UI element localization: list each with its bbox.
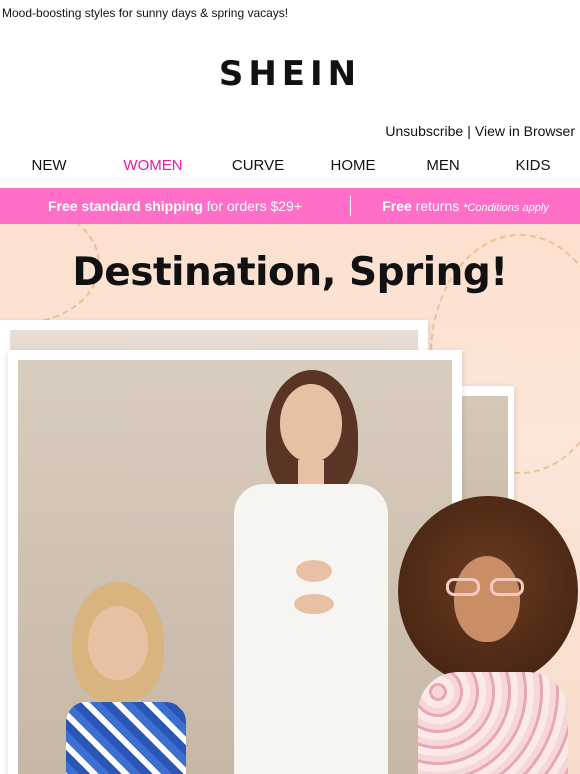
free-returns-bold: Free [382,198,412,214]
category-nav: NEW WOMEN CURVE HOME MEN KIDS [0,157,580,177]
unsubscribe-link[interactable]: Unsubscribe [385,123,463,139]
model-left [52,582,212,774]
hero-banner[interactable]: Destination, Spring! [0,224,580,774]
nav-item-women[interactable]: WOMEN [123,157,182,174]
free-shipping-text: Free standard shipping for orders $29+ [0,188,350,224]
nav-item-men[interactable]: MEN [426,157,459,174]
photo-frame-main [8,350,462,774]
hero-photo [18,360,452,774]
nav-item-curve[interactable]: CURVE [232,157,284,174]
free-shipping-threshold: for orders $29+ [202,198,303,214]
nav-item-new[interactable]: NEW [32,157,67,174]
shipping-banner[interactable]: Free standard shipping for orders $29+ F… [0,188,580,224]
free-returns-text: Free returns *Conditions apply [351,188,580,224]
free-returns-label: returns [411,198,464,214]
model-center [214,370,404,774]
model-right [398,496,580,774]
utility-links: Unsubscribe | View in Browser [385,123,575,139]
nav-item-home[interactable]: HOME [331,157,376,174]
preheader-text: Mood-boosting styles for sunny days & sp… [2,6,289,20]
free-shipping-bold: Free standard shipping [47,198,203,214]
conditions-note: *Conditions apply [463,202,549,214]
utility-separator: | [467,123,471,139]
view-in-browser-link[interactable]: View in Browser [475,123,575,139]
nav-item-kids[interactable]: KIDS [515,157,550,174]
shein-logo[interactable]: SHEIN [0,52,580,96]
hero-title: Destination, Spring! [72,250,508,295]
